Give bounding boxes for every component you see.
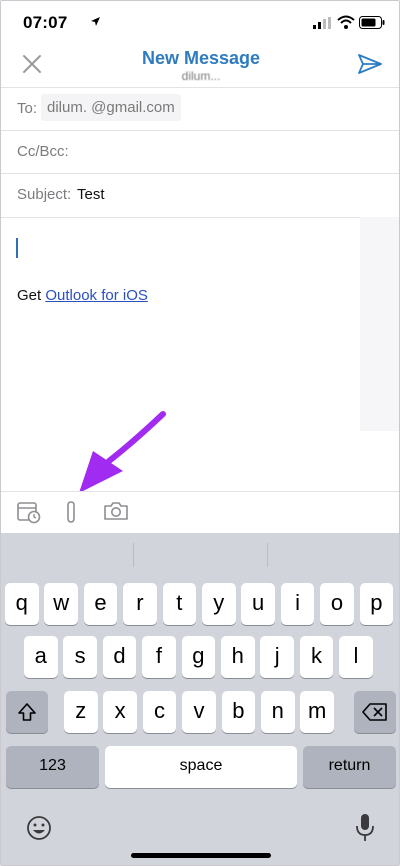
shift-icon bbox=[18, 703, 36, 721]
outlook-ios-link[interactable]: Outlook for iOS bbox=[45, 287, 148, 304]
send-icon[interactable] bbox=[357, 53, 383, 75]
return-key[interactable]: return bbox=[303, 746, 396, 788]
key-r[interactable]: r bbox=[123, 583, 157, 625]
key-a[interactable]: a bbox=[24, 636, 58, 678]
to-row[interactable]: To: dilum. @gmail.com bbox=[1, 87, 399, 130]
key-i[interactable]: i bbox=[280, 583, 315, 625]
subject-row[interactable]: Subject: Test bbox=[1, 173, 399, 218]
signature: Get Outlook for iOS bbox=[17, 287, 148, 304]
key-c[interactable]: c bbox=[142, 691, 177, 733]
body-shade bbox=[360, 217, 399, 431]
key-y[interactable]: y bbox=[202, 583, 236, 625]
key-z[interactable]: z bbox=[64, 691, 98, 733]
subject-field[interactable]: Test bbox=[77, 186, 105, 203]
predictive-divider bbox=[267, 543, 268, 567]
home-indicator[interactable] bbox=[131, 853, 271, 858]
backspace-key[interactable] bbox=[354, 691, 396, 733]
microphone-icon[interactable] bbox=[355, 813, 375, 843]
cellular-signal-icon bbox=[313, 17, 331, 29]
predictive-bar[interactable] bbox=[1, 533, 399, 575]
attachment-icon[interactable] bbox=[63, 500, 79, 524]
predictive-divider bbox=[133, 543, 134, 567]
delete-icon bbox=[362, 703, 387, 721]
key-s[interactable]: s bbox=[63, 636, 97, 678]
compose-screen: 07:07 New Message dilum... To: dilum. @g… bbox=[0, 0, 400, 866]
account-subtitle: dilum... bbox=[181, 69, 221, 83]
battery-icon bbox=[359, 16, 385, 29]
calendar-icon[interactable] bbox=[17, 500, 41, 524]
annotation-arrow bbox=[79, 411, 166, 493]
to-label: To: bbox=[17, 100, 38, 117]
key-u[interactable]: u bbox=[241, 583, 275, 625]
page-title: New Message bbox=[141, 48, 261, 68]
camera-icon[interactable] bbox=[103, 500, 129, 522]
shift-key[interactable] bbox=[6, 691, 48, 733]
key-b[interactable]: b bbox=[221, 691, 256, 733]
key-x[interactable]: x bbox=[103, 691, 137, 733]
compose-toolbar bbox=[1, 491, 399, 534]
key-n[interactable]: n bbox=[261, 691, 295, 733]
subject-label: Subject: bbox=[17, 186, 72, 203]
key-t[interactable]: t bbox=[162, 583, 197, 625]
cc-bcc-row[interactable]: Cc/Bcc: bbox=[1, 130, 399, 173]
key-p[interactable]: p bbox=[359, 583, 394, 625]
key-g[interactable]: g bbox=[181, 636, 216, 678]
emoji-icon[interactable] bbox=[26, 815, 52, 841]
key-o[interactable]: o bbox=[320, 583, 354, 625]
key-q[interactable]: q bbox=[5, 583, 39, 625]
text-cursor bbox=[16, 238, 18, 258]
location-arrow-icon bbox=[91, 17, 100, 26]
compose-header: New Message dilum... bbox=[1, 41, 399, 87]
numbers-key[interactable]: 123 bbox=[6, 746, 99, 788]
key-e[interactable]: e bbox=[83, 583, 118, 625]
key-k[interactable]: k bbox=[299, 636, 334, 678]
key-d[interactable]: d bbox=[102, 636, 137, 678]
key-l[interactable]: l bbox=[339, 636, 373, 678]
key-w[interactable]: w bbox=[44, 583, 78, 625]
wifi-icon bbox=[337, 15, 355, 29]
key-f[interactable]: f bbox=[142, 636, 176, 678]
key-j[interactable]: j bbox=[260, 636, 294, 678]
signature-prefix: Get bbox=[17, 287, 46, 304]
status-time: 07:07 bbox=[23, 13, 68, 32]
space-key[interactable]: space bbox=[105, 746, 297, 788]
cc-bcc-label: Cc/Bcc: bbox=[17, 143, 69, 160]
key-v[interactable]: v bbox=[182, 691, 216, 733]
key-h[interactable]: h bbox=[221, 636, 255, 678]
key-m[interactable]: m bbox=[300, 691, 334, 733]
recipient-chip[interactable]: dilum. @gmail.com bbox=[41, 94, 181, 121]
status-bar: 07:07 bbox=[1, 1, 399, 45]
